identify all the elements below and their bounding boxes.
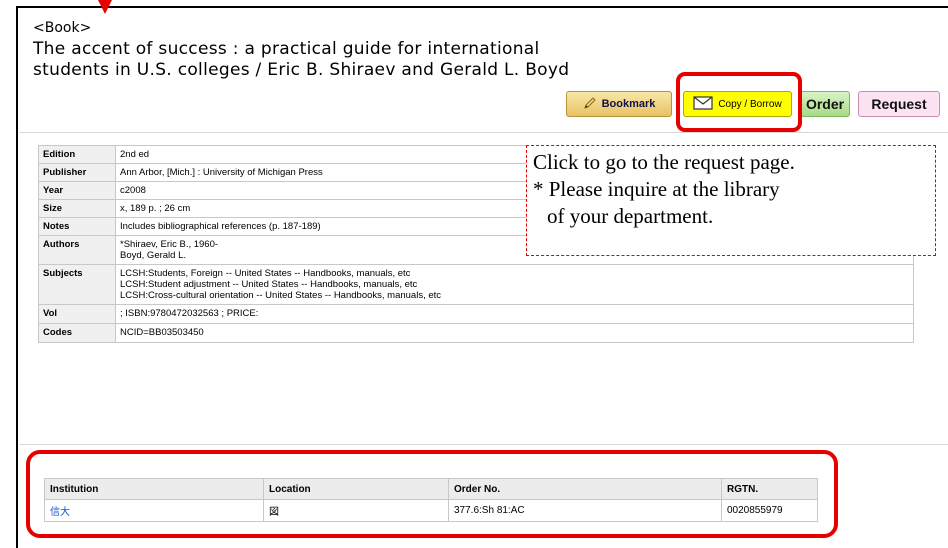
details-value: ; ISBN:9780472032563 ; PRICE: <box>115 304 914 324</box>
details-key: Year <box>38 181 116 200</box>
bookmark-label: Bookmark <box>601 98 656 110</box>
details-key: Subjects <box>38 264 116 305</box>
subject-line: LCSH:Student adjustment -- United States… <box>120 279 418 290</box>
details-key: Notes <box>38 217 116 236</box>
divider <box>20 132 948 133</box>
record-type-label: <Book> <box>33 20 92 36</box>
callout-line: * Please inquire at the library <box>533 177 780 201</box>
record-title: The accent of success : a practical guid… <box>33 39 753 81</box>
details-value: LCSH:Students, Foreign -- United States … <box>115 264 914 305</box>
request-callout: Click to go to the request page. * Pleas… <box>526 145 936 256</box>
pencil-icon <box>583 96 597 113</box>
callout-line: of your department. <box>547 204 714 228</box>
divider <box>20 444 948 445</box>
request-label: Request <box>871 96 927 112</box>
order-label: Order <box>805 96 845 112</box>
details-key: Size <box>38 199 116 218</box>
details-key: Authors <box>38 235 116 265</box>
details-value: NCID=BB03503450 <box>115 323 914 343</box>
callout-line: Click to go to the request page. <box>533 150 795 174</box>
holdings-highlight <box>26 450 838 538</box>
subject-line: LCSH:Students, Foreign -- United States … <box>120 268 411 279</box>
record-title-line: students in U.S. colleges / Eric B. Shir… <box>33 60 570 80</box>
request-button[interactable]: Request <box>858 91 940 117</box>
details-row: Vol ; ISBN:9780472032563 ; PRICE: <box>38 304 914 324</box>
order-button[interactable]: Order <box>800 91 850 117</box>
details-key: Codes <box>38 323 116 343</box>
record-title-line: The accent of success : a practical guid… <box>33 39 540 59</box>
details-key: Publisher <box>38 163 116 182</box>
copy-borrow-highlight <box>676 72 802 132</box>
annotation-arrow <box>98 0 112 14</box>
details-row: Codes NCID=BB03503450 <box>38 323 914 343</box>
details-row: Subjects LCSH:Students, Foreign -- Unite… <box>38 264 914 305</box>
details-key: Vol <box>38 304 116 324</box>
bookmark-button[interactable]: Bookmark <box>566 91 672 117</box>
details-key: Edition <box>38 145 116 164</box>
subject-line: LCSH:Cross-cultural orientation -- Unite… <box>120 290 442 301</box>
